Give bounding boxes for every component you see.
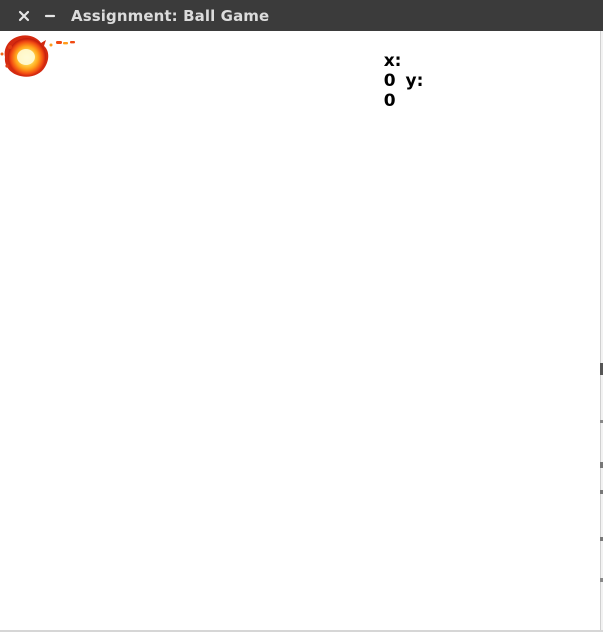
x-value: 0	[383, 71, 396, 91]
game-canvas[interactable]	[0, 31, 600, 631]
close-button[interactable]	[13, 5, 35, 27]
title-bar[interactable]: Assignment: Ball Game	[0, 0, 603, 31]
window-title: Assignment: Ball Game	[71, 6, 270, 25]
coordinate-readout: x: 0 y: 0	[360, 31, 424, 131]
game-window: Assignment: Ball Game x: 0 y: 0	[0, 0, 603, 632]
y-value: 0	[383, 91, 396, 111]
x-label: x:	[383, 51, 402, 71]
minimize-icon	[44, 14, 56, 17]
minimize-button[interactable]	[39, 5, 61, 27]
close-icon	[18, 10, 30, 21]
fireball-icon	[0, 35, 75, 77]
y-label: y:	[405, 71, 424, 91]
